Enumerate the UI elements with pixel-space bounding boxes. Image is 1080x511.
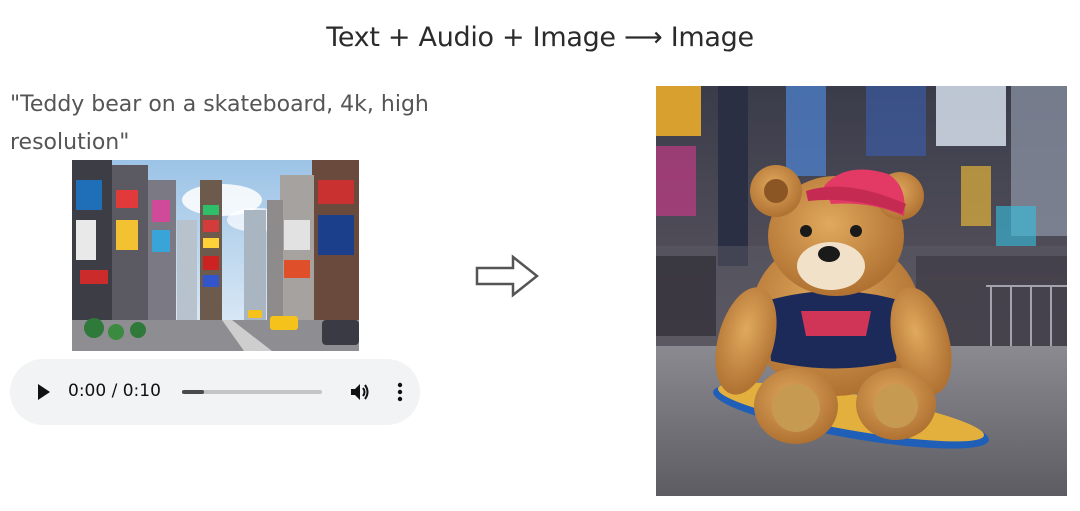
volume-icon[interactable]	[349, 381, 371, 403]
progress-bar[interactable]	[182, 390, 322, 394]
audio-player[interactable]: 0:00 / 0:10	[10, 359, 420, 425]
progress-fill	[182, 390, 205, 394]
play-icon[interactable]	[38, 384, 50, 400]
more-vertical-icon[interactable]	[394, 381, 406, 403]
time-display: 0:00 / 0:10	[68, 381, 161, 401]
right-arrow-icon	[475, 254, 539, 298]
output-image	[656, 86, 1067, 496]
prompt-text: "Teddy bear on a skateboard, 4k, high re…	[10, 92, 429, 155]
page-title: Text + Audio + Image ⟶ Image	[326, 22, 754, 53]
input-image	[72, 160, 359, 351]
